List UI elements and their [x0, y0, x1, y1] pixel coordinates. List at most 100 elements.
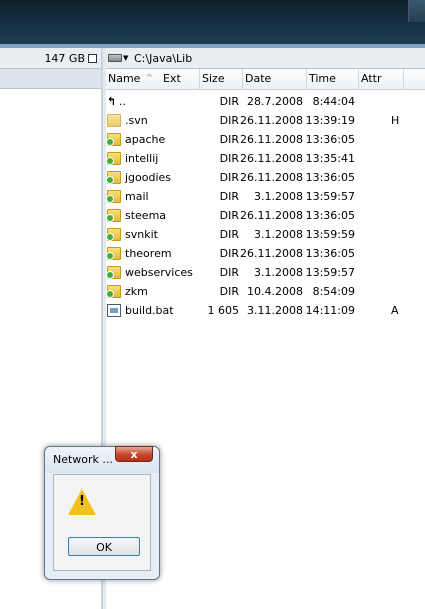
panel-toggle-icon[interactable]	[88, 53, 97, 63]
file-time: 8:54:09	[312, 285, 355, 298]
list-item[interactable]: intellij DIR 26.11.2008 13:35:41	[106, 149, 425, 168]
drive-free-space: 147 GB	[44, 51, 85, 65]
list-item[interactable]: svnkit DIR 3.1.2008 13:59:59	[106, 225, 425, 244]
file-size: DIR	[219, 171, 239, 184]
folder-icon	[107, 114, 121, 127]
file-date: 26.11.2008	[240, 152, 303, 165]
file-time: 13:59:57	[305, 190, 355, 203]
file-date: 3.11.2008	[247, 304, 303, 317]
file-name: webservices	[125, 266, 193, 279]
ok-button[interactable]: OK	[68, 537, 140, 556]
file-name: .svn	[125, 114, 148, 127]
file-time: 13:35:41	[305, 152, 355, 165]
file-time: 13:39:19	[305, 114, 355, 127]
column-header: Name ^ Ext Size Date Time Attr	[106, 69, 425, 90]
file-date: 26.11.2008	[240, 247, 303, 260]
file-name: steema	[125, 209, 167, 222]
network-dialog: Network ... x ! OK	[44, 446, 160, 580]
close-button[interactable]: x	[115, 446, 153, 462]
svn-folder-icon	[106, 171, 121, 184]
current-path: C:\Java\Lib	[134, 51, 193, 65]
list-item[interactable]: theorem DIR 26.11.2008 13:36:05	[106, 244, 425, 263]
file-name: jgoodies	[125, 171, 172, 184]
list-item[interactable]: steema DIR 26.11.2008 13:36:05	[106, 206, 425, 225]
file-date: 26.11.2008	[240, 209, 303, 222]
svn-folder-icon	[106, 266, 121, 279]
file-name: svnkit	[125, 228, 158, 241]
column-attr[interactable]: Attr	[359, 69, 404, 89]
column-size[interactable]: Size	[200, 69, 243, 89]
column-attr-label: Attr	[361, 72, 382, 85]
file-date: 3.1.2008	[254, 266, 303, 279]
file-date: 26.11.2008	[240, 133, 303, 146]
file-name: ..	[119, 95, 126, 108]
file-time: 13:36:05	[305, 171, 355, 184]
svn-folder-icon	[106, 152, 121, 165]
list-item[interactable]: ↰ .. DIR 28.7.2008 8:44:04	[106, 92, 425, 111]
svn-folder-icon	[106, 228, 121, 241]
file-time: 13:59:59	[305, 228, 355, 241]
svn-folder-icon	[106, 247, 121, 260]
list-item[interactable]: apache DIR 26.11.2008 13:36:05	[106, 130, 425, 149]
file-attr: A	[391, 304, 399, 317]
svn-folder-icon	[106, 285, 121, 298]
file-size: DIR	[219, 266, 239, 279]
file-name: intellij	[125, 152, 159, 165]
file-time: 13:59:57	[305, 266, 355, 279]
window-titlebar	[0, 0, 425, 48]
file-date: 28.7.2008	[247, 95, 303, 108]
dialog-titlebar[interactable]: Network ... x	[45, 446, 159, 473]
list-item[interactable]: build.bat 1 605 3.11.2008 14:11:09 A	[106, 301, 425, 320]
svn-folder-icon	[106, 190, 121, 203]
file-date: 26.11.2008	[240, 114, 303, 127]
list-item[interactable]: jgoodies DIR 26.11.2008 13:36:05	[106, 168, 425, 187]
sort-arrow-icon: ^	[146, 73, 153, 82]
dialog-title: Network ...	[53, 453, 113, 466]
hard-drive-icon	[108, 54, 122, 62]
list-item[interactable]: webservices DIR 3.1.2008 13:59:57	[106, 263, 425, 282]
svn-folder-icon	[106, 133, 121, 146]
column-time-label: Time	[309, 72, 336, 85]
file-date: 3.1.2008	[254, 190, 303, 203]
column-size-label: Size	[202, 72, 225, 85]
file-time: 13:36:05	[305, 209, 355, 222]
svn-folder-icon	[106, 209, 121, 222]
file-size: DIR	[219, 133, 239, 146]
file-time: 8:44:04	[312, 95, 355, 108]
path-bar: ▼ C:\Java\Lib	[106, 48, 425, 69]
column-date-label: Date	[245, 72, 272, 85]
file-time: 13:36:05	[305, 247, 355, 260]
file-name: build.bat	[125, 304, 174, 317]
list-item[interactable]: .svn DIR 26.11.2008 13:39:19 H	[106, 111, 425, 130]
file-size: DIR	[219, 114, 239, 127]
file-name: theorem	[125, 247, 172, 260]
left-drive-bar: 147 GB	[0, 48, 101, 69]
file-name: apache	[125, 133, 166, 146]
chevron-down-icon: ▼	[123, 54, 129, 62]
list-item[interactable]: mail DIR 3.1.2008 13:59:57	[106, 187, 425, 206]
file-size: DIR	[219, 247, 239, 260]
drive-select-button[interactable]: ▼	[108, 51, 130, 65]
up-arrow-icon: ↰	[107, 95, 117, 108]
column-date[interactable]: Date	[243, 69, 307, 89]
file-date: 26.11.2008	[240, 171, 303, 184]
file-time: 14:11:09	[305, 304, 355, 317]
file-size: DIR	[219, 190, 239, 203]
column-ext-label: Ext	[163, 72, 181, 85]
file-date: 10.4.2008	[247, 285, 303, 298]
column-time[interactable]: Time	[307, 69, 359, 89]
close-icon: x	[130, 448, 138, 461]
list-item[interactable]: zkm DIR 10.4.2008 8:54:09	[106, 282, 425, 301]
file-size: 1 605	[207, 304, 240, 317]
file-icon	[107, 304, 121, 317]
warning-mark: !	[79, 494, 85, 509]
window-caption-button[interactable]	[408, 0, 425, 22]
file-size: DIR	[219, 228, 239, 241]
file-size: DIR	[219, 209, 239, 222]
file-size: DIR	[219, 152, 239, 165]
file-size: DIR	[219, 95, 239, 108]
column-name[interactable]: Name ^ Ext	[106, 69, 200, 89]
file-time: 13:36:05	[305, 133, 355, 146]
column-name-label: Name	[108, 72, 141, 85]
file-size: DIR	[219, 285, 239, 298]
